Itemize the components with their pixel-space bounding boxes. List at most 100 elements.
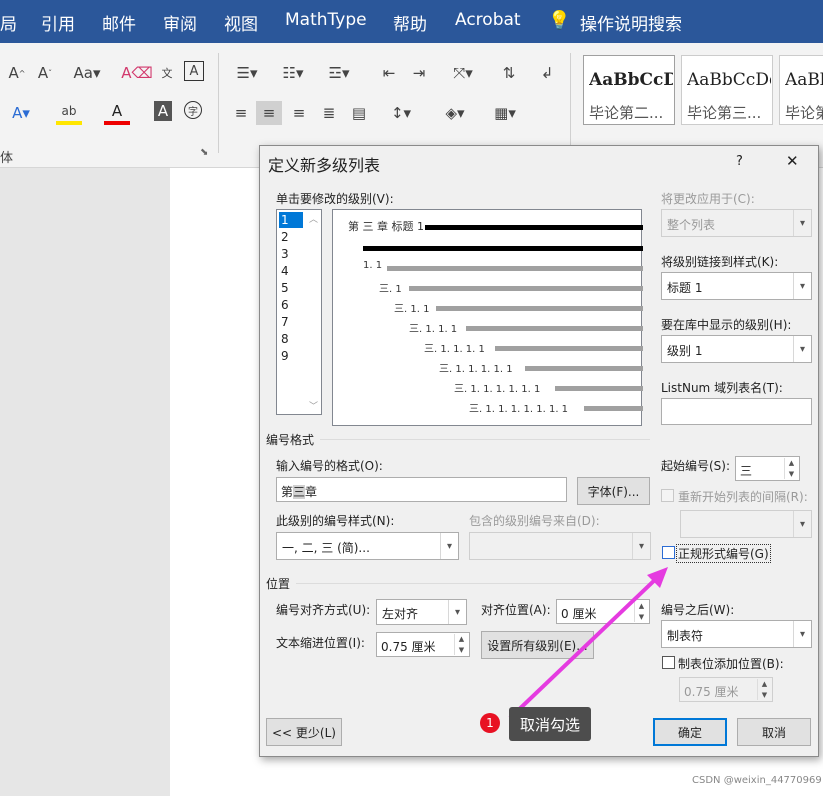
- text-indent-spinner[interactable]: ▲ ▼: [454, 634, 468, 655]
- level-item[interactable]: 5: [279, 280, 303, 296]
- tab-review[interactable]: 审阅: [163, 10, 197, 35]
- clear-format-icon[interactable]: A⌫: [121, 61, 152, 85]
- chinese-layout-icon[interactable]: ⤧▾: [444, 61, 482, 85]
- level-item[interactable]: 2: [279, 229, 303, 245]
- preview-line: [525, 366, 643, 371]
- style-gallery-item[interactable]: AaBbCcDd 毕论第三...: [681, 55, 773, 125]
- alignment-label: 编号对齐方式(U):: [276, 603, 371, 617]
- shrink-font-icon[interactable]: Aˇ: [32, 61, 58, 85]
- legal-style-label[interactable]: 正规形式编号(G): [676, 544, 771, 563]
- level-item[interactable]: 3: [279, 246, 303, 262]
- number-style-select[interactable]: 一, 二, 三 (简)... ▾: [276, 532, 459, 560]
- chevron-down-icon[interactable]: ▾: [793, 273, 811, 299]
- tab-stop-checkbox[interactable]: [662, 656, 675, 669]
- font-group-label: 体: [0, 151, 14, 166]
- set-all-levels-button[interactable]: 设置所有级别(E)...: [481, 631, 594, 659]
- bullets-icon[interactable]: ☰▾: [228, 61, 266, 85]
- sort-icon[interactable]: ⇅: [496, 61, 522, 85]
- chevron-down-icon[interactable]: ▾: [448, 600, 466, 624]
- style-gallery-item[interactable]: AaBb 毕论第: [779, 55, 823, 125]
- less-button[interactable]: << 更少(L): [266, 718, 342, 746]
- tab-mathtype[interactable]: MathType: [285, 10, 367, 30]
- style-gallery-item[interactable]: AaBbCcDd 毕论第二...: [583, 55, 675, 125]
- level-item[interactable]: 6: [279, 297, 303, 313]
- click-level-label: 单击要修改的级别(V):: [276, 192, 394, 206]
- spin-down-icon[interactable]: ▼: [635, 612, 648, 623]
- dialog-launcher-icon[interactable]: ⬊: [200, 147, 208, 158]
- tab-acrobat[interactable]: Acrobat: [455, 10, 521, 30]
- highlight-icon[interactable]: ab: [56, 101, 82, 125]
- align-at-value: 0 厘米: [561, 607, 597, 621]
- distribute-icon[interactable]: ▤: [346, 101, 372, 125]
- preview-line-label: 三. 1. 1. 1: [409, 324, 458, 335]
- level-item[interactable]: 1: [279, 212, 303, 228]
- change-case-icon[interactable]: Aa▾: [70, 61, 104, 85]
- tell-me-search[interactable]: 操作说明搜索: [580, 10, 682, 35]
- phonetic-guide-icon[interactable]: 文: [154, 61, 180, 85]
- spin-down-icon[interactable]: ▼: [785, 469, 798, 480]
- scroll-up-icon[interactable]: ︿: [309, 212, 318, 225]
- spin-up-icon[interactable]: ▲: [785, 458, 798, 469]
- chevron-down-icon[interactable]: ▾: [793, 336, 811, 362]
- level-item[interactable]: 7: [279, 314, 303, 330]
- increase-indent-icon[interactable]: ⇥: [406, 61, 432, 85]
- show-marks-icon[interactable]: ↲: [534, 61, 560, 85]
- font-color-icon[interactable]: A: [104, 101, 130, 125]
- level-item[interactable]: 9: [279, 348, 303, 364]
- watermark: CSDN @weixin_44770969: [692, 775, 822, 786]
- apply-to-value: 整个列表: [667, 218, 716, 232]
- spin-down-icon[interactable]: ▼: [455, 645, 468, 656]
- gallery-level-select[interactable]: 级别 1 ▾: [661, 335, 812, 363]
- align-at-spinner[interactable]: ▲ ▼: [634, 601, 648, 622]
- legal-style-checkbox[interactable]: [662, 546, 675, 559]
- level-list[interactable]: 1 2 3 4 5 6 7 8 9 ︿ ﹀: [276, 209, 322, 415]
- align-right-icon[interactable]: ≡: [286, 101, 312, 125]
- spin-up-icon[interactable]: ▲: [635, 601, 648, 612]
- numbering-icon[interactable]: ☷▾: [274, 61, 312, 85]
- style-sample: AaBbCcDd: [589, 70, 673, 90]
- level-item[interactable]: 8: [279, 331, 303, 347]
- shading-icon[interactable]: ◈▾: [436, 101, 474, 125]
- align-left-icon[interactable]: ≡: [228, 101, 254, 125]
- decrease-indent-icon[interactable]: ⇤: [376, 61, 402, 85]
- close-icon[interactable]: ✕: [786, 152, 799, 170]
- tab-mailings[interactable]: 邮件: [102, 10, 136, 35]
- help-button[interactable]: ?: [736, 154, 743, 169]
- font-button[interactable]: 字体(F)...: [577, 477, 650, 505]
- start-at-spinner[interactable]: ▲ ▼: [784, 458, 798, 479]
- level-item[interactable]: 4: [279, 263, 303, 279]
- tab-layout[interactable]: 局: [0, 10, 17, 35]
- list-preview: 第 三 章 标题 1 1. 1 三. 1 三. 1. 1 三. 1. 1. 1 …: [332, 209, 643, 426]
- grow-font-icon[interactable]: A ^: [4, 61, 30, 85]
- text-indent-input[interactable]: 0.75 厘米 ▲ ▼: [376, 632, 470, 657]
- scroll-down-icon[interactable]: ﹀: [309, 399, 318, 412]
- preview-line-label: 1. 1: [363, 260, 383, 271]
- tab-references[interactable]: 引用: [41, 10, 75, 35]
- link-style-select[interactable]: 标题 1 ▾: [661, 272, 812, 300]
- character-shading-icon[interactable]: A: [154, 101, 172, 121]
- multilevel-list-icon[interactable]: ☲▾: [320, 61, 358, 85]
- start-at-input[interactable]: 三 ▲ ▼: [735, 456, 800, 481]
- follow-number-select[interactable]: 制表符 ▾: [661, 620, 812, 648]
- text-effects-icon[interactable]: A▾: [8, 101, 34, 125]
- enclose-character-icon[interactable]: 字: [184, 101, 202, 119]
- chevron-down-icon[interactable]: ▾: [440, 533, 458, 559]
- ok-button[interactable]: 确定: [653, 718, 727, 746]
- borders-icon[interactable]: ▦▾: [486, 101, 524, 125]
- number-format-input[interactable]: 第三章: [276, 477, 567, 502]
- listnum-input[interactable]: [661, 398, 812, 425]
- spin-up-icon[interactable]: ▲: [455, 634, 468, 645]
- tab-help[interactable]: 帮助: [393, 10, 427, 35]
- format-text: 第三章: [281, 483, 317, 500]
- character-border-icon[interactable]: A: [184, 61, 204, 81]
- cancel-button[interactable]: 取消: [737, 718, 811, 746]
- position-section: 位置: [266, 577, 291, 591]
- line-spacing-icon[interactable]: ↕▾: [382, 101, 420, 125]
- align-center-icon[interactable]: ≡: [256, 101, 282, 125]
- alignment-select[interactable]: 左对齐 ▾: [376, 599, 467, 625]
- style-sample: AaBbCcDd: [687, 70, 771, 90]
- tab-view[interactable]: 视图: [224, 10, 258, 35]
- chevron-down-icon[interactable]: ▾: [793, 621, 811, 647]
- justify-icon[interactable]: ≣: [316, 101, 342, 125]
- align-at-input[interactable]: 0 厘米 ▲ ▼: [556, 599, 650, 624]
